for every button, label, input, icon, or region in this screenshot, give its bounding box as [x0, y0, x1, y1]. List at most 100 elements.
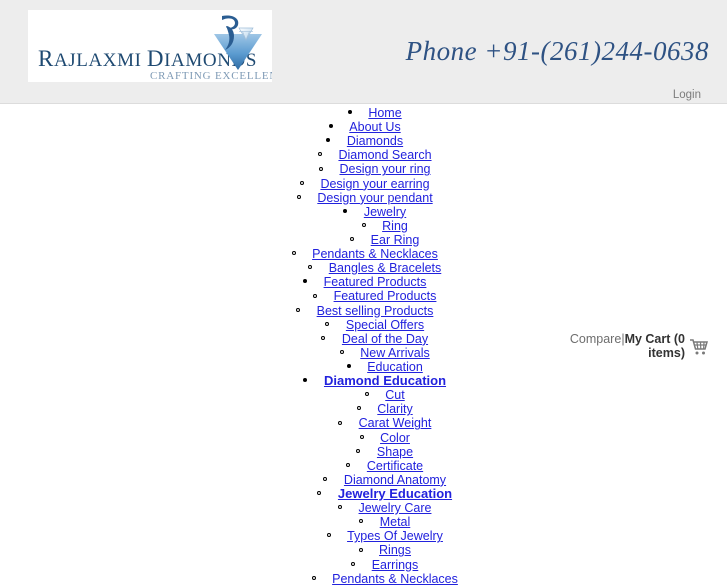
nav-item[interactable]: Certificate [0, 459, 727, 473]
nav-link[interactable]: Best selling Products [317, 304, 434, 318]
bullet-circle-icon [359, 219, 368, 232]
nav-item[interactable]: Metal [0, 515, 727, 529]
nav-item[interactable]: Ear Ring [0, 233, 727, 247]
nav-item-inner: Carat Weight [296, 416, 432, 430]
nav-link[interactable]: Ear Ring [371, 233, 420, 247]
bullet-circle-icon [356, 543, 365, 556]
nav-link[interactable]: Certificate [367, 459, 423, 473]
nav-item[interactable]: Diamonds [0, 134, 727, 148]
compare-link[interactable]: Compare [570, 332, 621, 346]
shopping-cart-icon[interactable] [689, 338, 709, 356]
nav-item[interactable]: Education [0, 360, 727, 374]
nav-item[interactable]: Earrings [0, 558, 727, 572]
bullet-circle-icon [315, 148, 324, 161]
nav-item[interactable]: Bangles & Bracelets [0, 261, 727, 275]
nav-item[interactable]: Color [0, 431, 727, 445]
nav-link[interactable]: Design your earring [320, 177, 429, 191]
nav-link[interactable]: Jewelry Education [338, 486, 452, 501]
my-cart-link[interactable]: My Cart (0 items) [625, 332, 685, 360]
nav-item-inner: Diamonds [324, 134, 403, 148]
nav-item[interactable]: Pendants & Necklaces [0, 572, 727, 586]
nav-item-inner: Jewelry Care [296, 501, 432, 515]
nav-link[interactable]: Jewelry [364, 205, 406, 219]
nav-item-inner: Featured Products [291, 289, 437, 303]
nav-item[interactable]: Jewelry Care [0, 501, 727, 515]
nav-link[interactable]: Color [380, 431, 410, 445]
nav-link[interactable]: Rings [379, 543, 411, 557]
nav-item[interactable]: Carat Weight [0, 416, 727, 430]
nav-link[interactable]: Home [368, 106, 401, 120]
nav-link[interactable]: Design your pendant [317, 191, 432, 205]
nav-item[interactable]: Home [0, 106, 727, 120]
bullet-circle-icon [311, 289, 320, 302]
nav-item[interactable]: Rings [0, 543, 727, 557]
nav-link[interactable]: Diamond Education [324, 373, 446, 388]
nav-item[interactable]: Special Offers [0, 318, 727, 332]
nav-link[interactable]: Deal of the Day [342, 332, 428, 346]
nav-item[interactable]: Diamond Anatomy [0, 473, 727, 487]
nav-link[interactable]: Shape [377, 445, 413, 459]
nav-link[interactable]: Metal [380, 515, 411, 529]
nav-link[interactable]: Clarity [377, 402, 412, 416]
nav-link[interactable]: Bangles & Bracelets [329, 261, 442, 275]
nav-link[interactable]: Education [367, 360, 423, 374]
nav-link[interactable]: Diamond Search [338, 148, 431, 162]
nav-item[interactable]: Design your ring [0, 162, 727, 176]
bullet-circle-icon [315, 487, 324, 500]
bullet-circle-icon [306, 261, 315, 274]
nav-link[interactable]: Special Offers [346, 318, 424, 332]
nav-link[interactable]: Diamonds [347, 134, 403, 148]
site-logo[interactable]: RAJLAXMI DIAMONDS CRAFTING EXCELLENCE [28, 10, 272, 82]
nav-link[interactable]: Featured Products [324, 275, 427, 289]
nav-item[interactable]: Design your earring [0, 177, 727, 191]
nav-link[interactable]: About Us [349, 120, 400, 134]
nav-link[interactable]: Pendants & Necklaces [332, 572, 458, 586]
nav-link[interactable]: Cut [385, 388, 404, 402]
nav-item[interactable]: Featured Products [0, 275, 727, 289]
nav-item-inner: Rings [316, 543, 411, 557]
nav-item-inner: Best selling Products [294, 304, 434, 318]
nav-link[interactable]: Ring [382, 219, 408, 233]
nav-link[interactable]: Pendants & Necklaces [312, 247, 438, 261]
nav-link[interactable]: Featured Products [334, 289, 437, 303]
nav-item-inner: Jewelry [321, 205, 406, 219]
bullet-circle-icon [316, 162, 325, 175]
nav-item[interactable]: Jewelry Education [0, 487, 727, 501]
nav-link[interactable]: Carat Weight [359, 416, 432, 430]
nav-item[interactable]: Ring [0, 219, 727, 233]
nav-item-inner: Education [304, 360, 423, 374]
nav-item[interactable]: About Us [0, 120, 727, 134]
nav-item-inner: Color [317, 431, 410, 445]
nav-link[interactable]: Jewelry Care [359, 501, 432, 515]
nav-item[interactable]: Shape [0, 445, 727, 459]
phone-number: Phone +91-(261)244-0638 [406, 36, 709, 67]
nav-item[interactable]: Cut [0, 388, 727, 402]
nav-item[interactable]: Best selling Products [0, 304, 727, 318]
nav-item[interactable]: Featured Products [0, 289, 727, 303]
nav-item-inner: About Us [326, 120, 400, 134]
nav-item[interactable]: Types Of Jewelry [0, 529, 727, 543]
bullet-circle-icon [362, 388, 371, 401]
site-header: RAJLAXMI DIAMONDS CRAFTING EXCELLENCE [0, 0, 727, 104]
nav-link[interactable]: Design your ring [339, 162, 430, 176]
nav-item[interactable]: Diamond Education [0, 374, 727, 388]
nav-item[interactable]: Design your pendant [0, 191, 727, 205]
nav-link[interactable]: Diamond Anatomy [344, 473, 446, 487]
nav-link[interactable]: New Arrivals [360, 346, 429, 360]
nav-item-inner: Diamond Education [281, 374, 446, 388]
nav-item[interactable]: Jewelry [0, 205, 727, 219]
login-link[interactable]: Login [673, 90, 701, 102]
nav-item-inner: Jewelry Education [275, 487, 452, 501]
nav-item[interactable]: Diamond Search [0, 148, 727, 162]
nav-item-inner: Featured Products [301, 275, 427, 289]
rajlaxmi-diamond-monogram-icon [206, 12, 268, 72]
nav-item[interactable]: Clarity [0, 402, 727, 416]
bullet-circle-icon [319, 332, 328, 345]
bullet-circle-icon [354, 445, 363, 458]
nav-link[interactable]: Types Of Jewelry [347, 529, 443, 543]
nav-item-inner: Types Of Jewelry [284, 529, 443, 543]
nav-item[interactable]: Pendants & Necklaces [0, 247, 727, 261]
nav-item-inner: Design your earring [297, 177, 429, 191]
nav-link[interactable]: Earrings [372, 558, 419, 572]
nav-item-inner: Pendants & Necklaces [289, 247, 438, 261]
